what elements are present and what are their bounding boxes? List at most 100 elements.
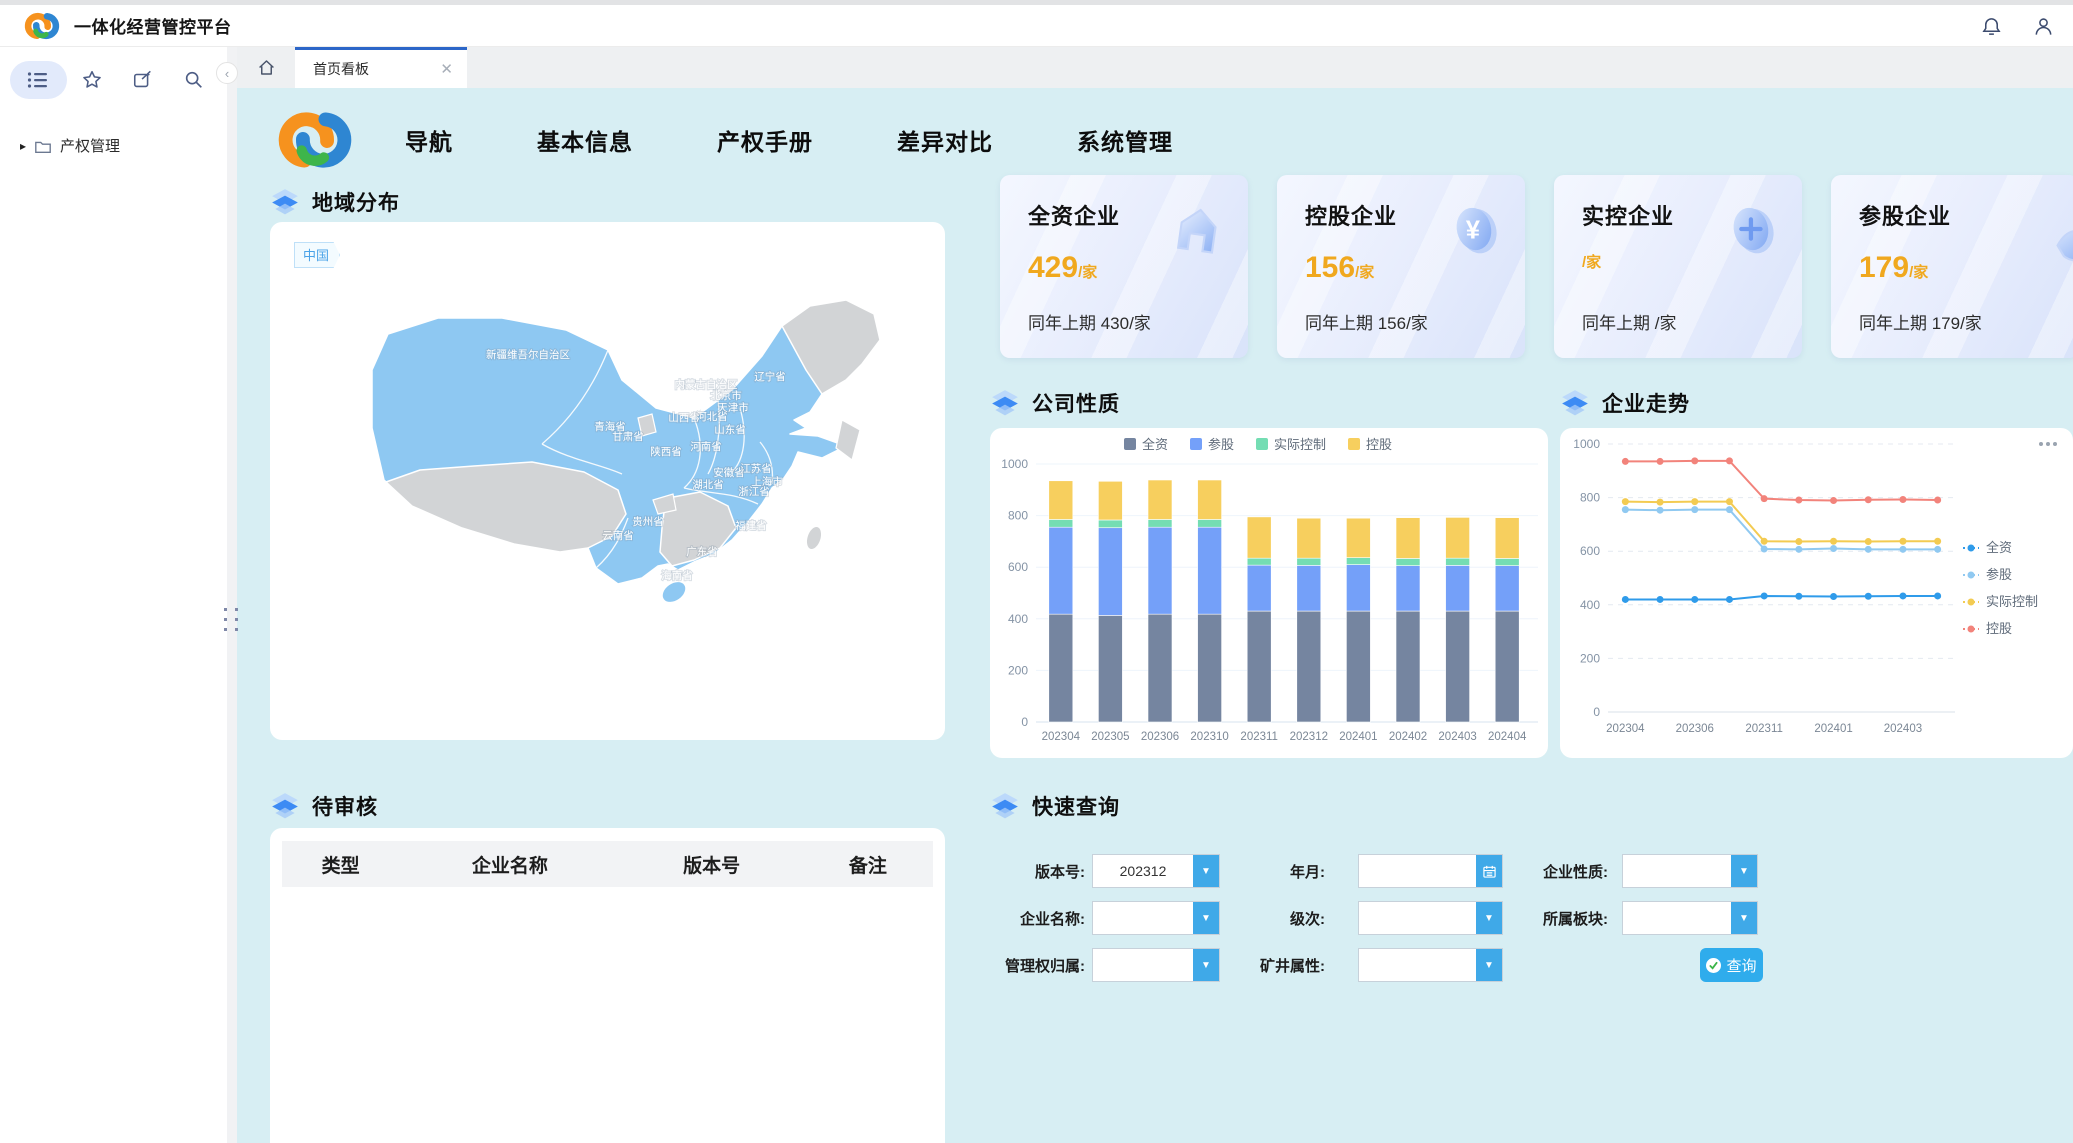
svg-text:202311: 202311 bbox=[1240, 731, 1278, 743]
enterprise-trend-line-chart: 0200400600800100020230420230620231120240… bbox=[1560, 428, 2073, 758]
enterprise-trend-chart-panel: 0200400600800100020230420230620231120240… bbox=[1560, 428, 2073, 758]
china-map[interactable]: 新疆维吾尔自治区内蒙古自治区辽宁省北京市天津市山西省河北省山东省青海省甘肃省陕西… bbox=[270, 222, 945, 740]
chevron-down-icon[interactable]: ▼ bbox=[1731, 855, 1757, 887]
dashboard-nav: 导航 基本信息 产权手册 差异对比 系统管理 bbox=[277, 96, 1173, 184]
sidebar-item-property-management[interactable]: ▸ 产权管理 bbox=[20, 135, 227, 156]
svg-text:湖北省: 湖北省 bbox=[692, 478, 724, 491]
section-title-text: 公司性质 bbox=[1032, 388, 1120, 418]
card-title: 全资企业 bbox=[1028, 199, 1120, 231]
section-title-text: 地域分布 bbox=[312, 187, 400, 217]
mine-attribute-value bbox=[1359, 949, 1476, 981]
svg-text:河北省: 河北省 bbox=[696, 410, 728, 423]
section-title-pending-review: 待审核 bbox=[270, 788, 378, 824]
svg-text:新疆维吾尔自治区: 新疆维吾尔自治区 bbox=[486, 348, 570, 361]
tree-item-label: 产权管理 bbox=[60, 135, 120, 156]
svg-text:800: 800 bbox=[1008, 509, 1028, 523]
svg-text:全资: 全资 bbox=[1986, 540, 2012, 555]
chevron-down-icon[interactable]: ▼ bbox=[1476, 949, 1502, 981]
management-ownership-value bbox=[1093, 949, 1193, 981]
stat-card-actual-control: 实控企业 /家 同年上期 /家 bbox=[1554, 175, 1802, 358]
mine-attribute-select[interactable]: ▼ bbox=[1358, 948, 1503, 982]
svg-text:202404: 202404 bbox=[1488, 731, 1527, 743]
nav-item-diff-compare[interactable]: 差异对比 bbox=[897, 123, 993, 157]
user-profile-icon[interactable] bbox=[2031, 14, 2055, 38]
chevron-down-icon[interactable]: ▼ bbox=[1193, 855, 1219, 887]
svg-text:600: 600 bbox=[1008, 560, 1028, 574]
tab-bar: 首页看板 ✕ bbox=[237, 47, 2073, 88]
chevron-down-icon[interactable]: ▼ bbox=[1476, 902, 1502, 934]
chevron-down-icon[interactable]: ▼ bbox=[1193, 902, 1219, 934]
partner-icon bbox=[2049, 205, 2073, 269]
svg-text:202304: 202304 bbox=[1042, 731, 1081, 743]
layers-icon bbox=[990, 792, 1020, 820]
svg-text:控股: 控股 bbox=[1986, 621, 2012, 636]
left-sidebar: ▸ 产权管理 bbox=[0, 47, 227, 1143]
tab-close-icon[interactable]: ✕ bbox=[440, 60, 453, 78]
layers-icon bbox=[270, 792, 300, 820]
menu-list-icon[interactable] bbox=[10, 61, 67, 99]
platform-logo-icon bbox=[24, 8, 60, 44]
layers-icon bbox=[990, 389, 1020, 417]
svg-text:全资: 全资 bbox=[1142, 437, 1168, 452]
pending-col-company-name: 企业名称 bbox=[399, 851, 620, 878]
tree-expand-caret-icon[interactable]: ▸ bbox=[20, 139, 26, 153]
edit-note-icon[interactable] bbox=[117, 61, 168, 99]
level-value bbox=[1359, 902, 1476, 934]
svg-text:山东省: 山东省 bbox=[714, 423, 746, 436]
svg-text:江苏省: 江苏省 bbox=[740, 462, 772, 475]
version-select[interactable]: 202312▼ bbox=[1092, 854, 1220, 888]
management-ownership-field-label: 管理权归属: bbox=[1005, 955, 1085, 976]
dashboard-canvas: 导航 基本信息 产权手册 差异对比 系统管理 地域分布 中国 bbox=[237, 88, 2073, 1143]
card-value: 156 bbox=[1305, 251, 1355, 285]
nav-item-property-manual[interactable]: 产权手册 bbox=[717, 123, 813, 157]
sector-select[interactable]: ▼ bbox=[1622, 901, 1758, 935]
sidebar-collapse-button[interactable]: ‹ bbox=[216, 62, 238, 84]
company-name-select[interactable]: ▼ bbox=[1092, 901, 1220, 935]
year-month-value bbox=[1359, 855, 1476, 887]
svg-text:云南省: 云南省 bbox=[602, 529, 634, 542]
mine-attribute-field-label: 矿井属性: bbox=[1260, 955, 1325, 976]
notification-bell-icon[interactable] bbox=[1979, 14, 2003, 38]
svg-text:实际控制: 实际控制 bbox=[1274, 437, 1326, 452]
section-title-text: 待审核 bbox=[312, 791, 378, 821]
svg-text:400: 400 bbox=[1580, 598, 1600, 612]
svg-text:600: 600 bbox=[1580, 544, 1600, 558]
search-icon[interactable] bbox=[168, 61, 219, 99]
nav-item-system-admin[interactable]: 系统管理 bbox=[1077, 123, 1173, 157]
home-tab-icon[interactable] bbox=[237, 47, 295, 88]
nav-item-navigation[interactable]: 导航 bbox=[405, 123, 453, 157]
panel-drag-handle[interactable] bbox=[224, 608, 240, 634]
tab-home-dashboard[interactable]: 首页看板 ✕ bbox=[295, 47, 467, 88]
svg-text:202312: 202312 bbox=[1290, 731, 1328, 743]
year-month-input[interactable] bbox=[1358, 854, 1503, 888]
map-breadcrumb-china[interactable]: 中国 bbox=[294, 242, 340, 268]
svg-text:实际控制: 实际控制 bbox=[1986, 594, 2038, 609]
section-title-text: 企业走势 bbox=[1602, 388, 1690, 418]
section-title-enterprise-trend: 企业走势 bbox=[1560, 385, 1690, 421]
svg-text:200: 200 bbox=[1580, 651, 1600, 665]
app-title: 一体化经营管控平台 bbox=[74, 13, 232, 38]
version-field-label: 版本号: bbox=[1035, 861, 1085, 882]
company-nature-bar-chart: 0200400600800100020230420230520230620231… bbox=[990, 428, 1548, 758]
calendar-icon[interactable] bbox=[1476, 855, 1502, 887]
level-field-label: 级次: bbox=[1290, 908, 1325, 929]
nav-item-basic-info[interactable]: 基本信息 bbox=[537, 123, 633, 157]
pending-review-table-panel: 类型 企业名称 版本号 备注 bbox=[270, 828, 945, 1143]
company-nature-select[interactable]: ▼ bbox=[1622, 854, 1758, 888]
svg-text:福建省: 福建省 bbox=[735, 519, 767, 532]
svg-text:贵州省: 贵州省 bbox=[632, 515, 664, 528]
level-select[interactable]: ▼ bbox=[1358, 901, 1503, 935]
query-button[interactable]: 查询 bbox=[1700, 948, 1763, 982]
card-subtitle: 同年上期 179/家 bbox=[1859, 309, 1982, 334]
company-nature-value bbox=[1623, 855, 1731, 887]
svg-text:辽宁省: 辽宁省 bbox=[754, 370, 786, 383]
pending-col-version: 版本号 bbox=[621, 851, 803, 878]
company-nature-field-label: 企业性质: bbox=[1543, 861, 1608, 882]
stat-card-holding: 控股企业 156/家 同年上期 156/家 ¥ bbox=[1277, 175, 1525, 358]
chevron-down-icon[interactable]: ▼ bbox=[1193, 949, 1219, 981]
management-ownership-select[interactable]: ▼ bbox=[1092, 948, 1220, 982]
top-header: 一体化经营管控平台 bbox=[0, 5, 2073, 47]
favorite-star-icon[interactable] bbox=[67, 61, 118, 99]
stat-card-wholly-owned: 全资企业 429/家 同年上期 430/家 bbox=[1000, 175, 1248, 358]
chevron-down-icon[interactable]: ▼ bbox=[1731, 902, 1757, 934]
